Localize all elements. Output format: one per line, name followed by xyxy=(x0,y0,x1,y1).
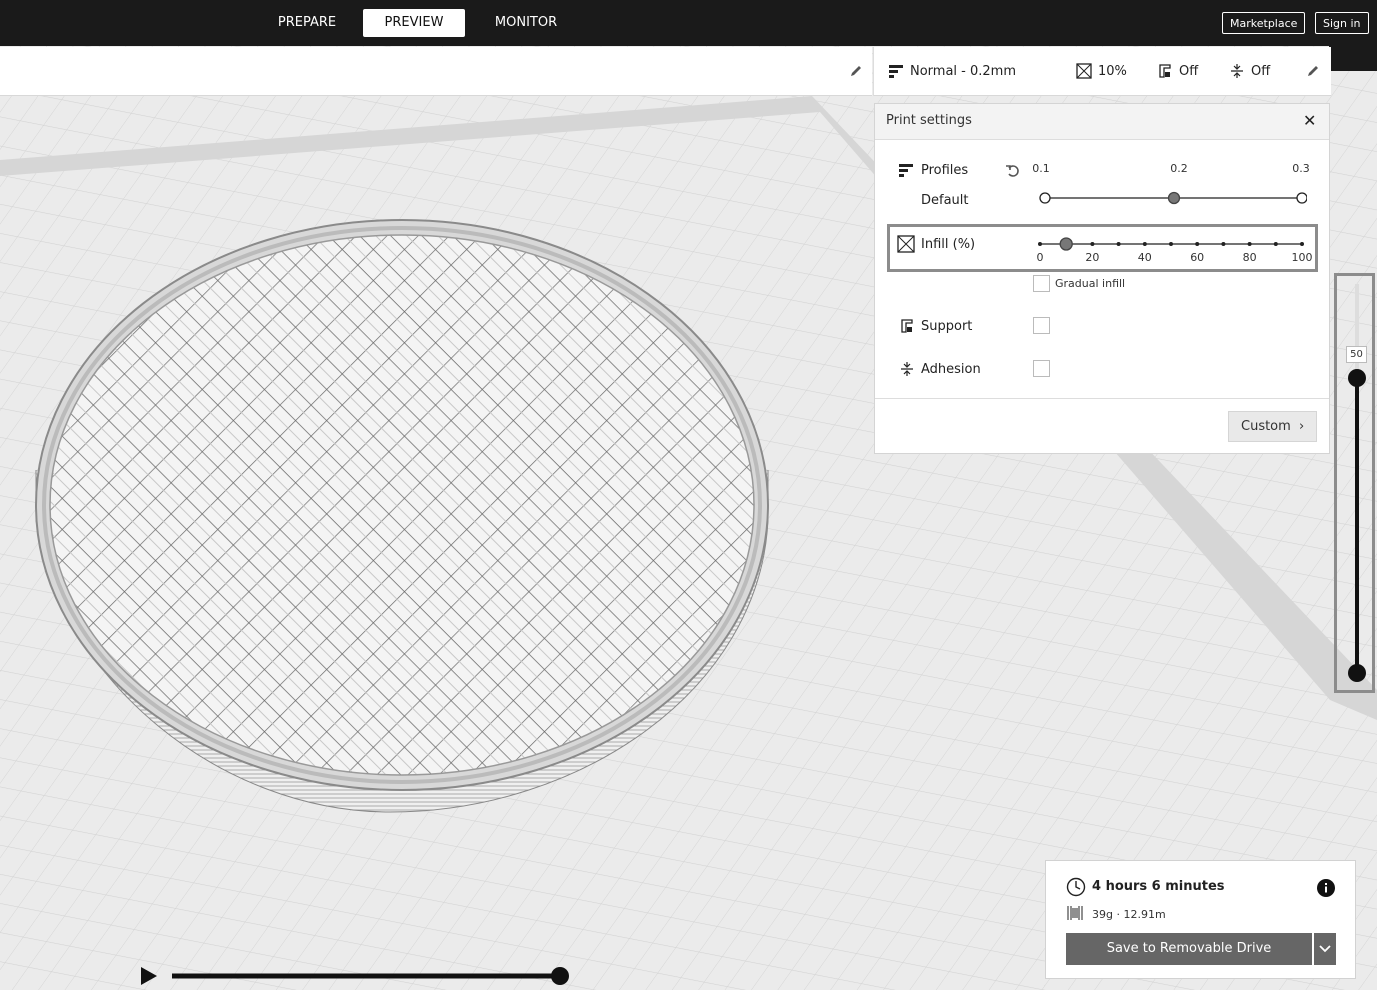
clock-icon xyxy=(1066,877,1086,897)
save-to-drive-button[interactable]: Save to Removable Drive xyxy=(1066,933,1312,965)
support-summary-value: Off xyxy=(1179,63,1199,79)
infill-pattern xyxy=(49,234,755,776)
infill-slider[interactable] xyxy=(1035,235,1310,253)
adhesion-icon xyxy=(901,362,913,376)
infill-icon xyxy=(1076,63,1092,79)
simulation-player xyxy=(141,967,569,985)
reset-icon[interactable] xyxy=(1005,163,1021,179)
infill-tick-dot xyxy=(1038,242,1042,246)
infill-tick-dot xyxy=(1195,242,1200,246)
sign-in-button[interactable]: Sign in xyxy=(1315,12,1369,34)
infill-handle[interactable] xyxy=(1059,237,1073,251)
gradual-infill-label: Gradual infill xyxy=(1055,277,1126,290)
support-checkbox[interactable] xyxy=(1033,317,1050,334)
tab-preview[interactable]: PREVIEW xyxy=(363,9,465,37)
profiles-icon xyxy=(899,164,913,177)
profile-name: Normal - 0.2mm xyxy=(910,63,1016,79)
infill-summary[interactable]: 10% xyxy=(1076,47,1127,95)
support-icon xyxy=(1159,64,1171,78)
tab-prepare[interactable]: PREPARE xyxy=(266,9,348,37)
print-time: 4 hours 6 minutes xyxy=(1092,879,1225,894)
adhesion-label: Adhesion xyxy=(921,362,981,377)
info-icon[interactable] xyxy=(1316,878,1336,898)
material-usage: 39g · 12.91m xyxy=(1092,908,1166,921)
profile-icon xyxy=(889,65,903,78)
layer-tick-label: 0.1 xyxy=(1032,162,1050,175)
custom-button[interactable]: Custom › xyxy=(1228,411,1317,442)
default-label: Default xyxy=(921,193,969,208)
infill-tick-dot xyxy=(1090,242,1095,246)
infill-tick-label: 60 xyxy=(1190,251,1205,264)
infill-tick-dot xyxy=(1142,242,1147,246)
print-settings-summary[interactable]: Normal - 0.2mm 10% Off Off xyxy=(873,47,1331,96)
play-icon[interactable] xyxy=(141,967,157,985)
infill-tick-label: 100 xyxy=(1291,251,1313,264)
custom-button-label: Custom xyxy=(1241,419,1291,434)
edit-settings-pencil-icon[interactable] xyxy=(1306,64,1320,78)
adhesion-summary[interactable]: Off xyxy=(1229,47,1270,95)
output-options-dropdown[interactable] xyxy=(1314,933,1336,965)
profile-summary[interactable]: Normal - 0.2mm xyxy=(888,47,1016,95)
gradual-infill-checkbox[interactable] xyxy=(1033,275,1050,292)
top-bar: PREPARE PREVIEW MONITOR Marketplace Sign… xyxy=(0,0,1377,46)
infill-tick-dot xyxy=(1300,242,1304,246)
adhesion-checkbox[interactable] xyxy=(1033,360,1050,377)
support-icon xyxy=(901,319,913,333)
close-icon[interactable]: ✕ xyxy=(1303,111,1316,130)
layer-slider[interactable] xyxy=(1346,280,1368,685)
infill-tick-dot xyxy=(1273,242,1278,246)
simulation-handle[interactable] xyxy=(551,967,569,985)
tab-monitor[interactable]: MONITOR xyxy=(482,9,570,37)
infill-tick-label: 0 xyxy=(1036,251,1044,264)
chevron-down-icon xyxy=(1319,945,1331,953)
panel-title: Print settings xyxy=(886,113,972,128)
adhesion-summary-value: Off xyxy=(1251,63,1271,79)
edit-pencil-icon[interactable] xyxy=(849,64,863,78)
layer-tick-label: 0.3 xyxy=(1292,162,1310,175)
chevron-right-icon: › xyxy=(1299,419,1305,434)
spool-icon xyxy=(1067,906,1083,920)
layer-top-handle[interactable] xyxy=(1348,369,1366,387)
layer-tick-label: 0.2 xyxy=(1170,162,1188,175)
support-summary[interactable]: Off xyxy=(1157,47,1198,95)
profiles-label: Profiles xyxy=(921,163,969,178)
layer-number-input[interactable]: 50 xyxy=(1346,346,1367,363)
marketplace-button[interactable]: Marketplace xyxy=(1222,12,1306,34)
layer-bottom-handle[interactable] xyxy=(1348,664,1366,682)
infill-tick-dot xyxy=(1247,242,1252,246)
infill-tick-dot xyxy=(1116,242,1121,246)
infill-icon xyxy=(897,235,915,253)
top-bar-extension xyxy=(1329,46,1377,71)
adhesion-icon xyxy=(1231,64,1243,78)
print-settings-panel: Print settings ✕ Profiles Default 0.1 0.… xyxy=(874,103,1330,454)
job-name-bar xyxy=(0,47,872,96)
support-label: Support xyxy=(921,319,973,334)
layer-height-handle[interactable] xyxy=(1167,191,1181,205)
infill-summary-value: 10% xyxy=(1098,63,1127,79)
print-estimate-panel: 4 hours 6 minutes 39g · 12.91m Save to R… xyxy=(1045,860,1356,979)
infill-tick-label: 80 xyxy=(1242,251,1257,264)
infill-label: Infill (%) xyxy=(921,237,976,252)
infill-tick-label: 20 xyxy=(1085,251,1100,264)
layer-height-slider[interactable] xyxy=(1035,190,1307,206)
infill-tick-dot xyxy=(1169,242,1173,246)
infill-tick-label: 40 xyxy=(1137,251,1152,264)
panel-header: Print settings ✕ xyxy=(875,104,1329,140)
panel-divider xyxy=(875,398,1329,399)
infill-tick-dot xyxy=(1221,242,1226,246)
